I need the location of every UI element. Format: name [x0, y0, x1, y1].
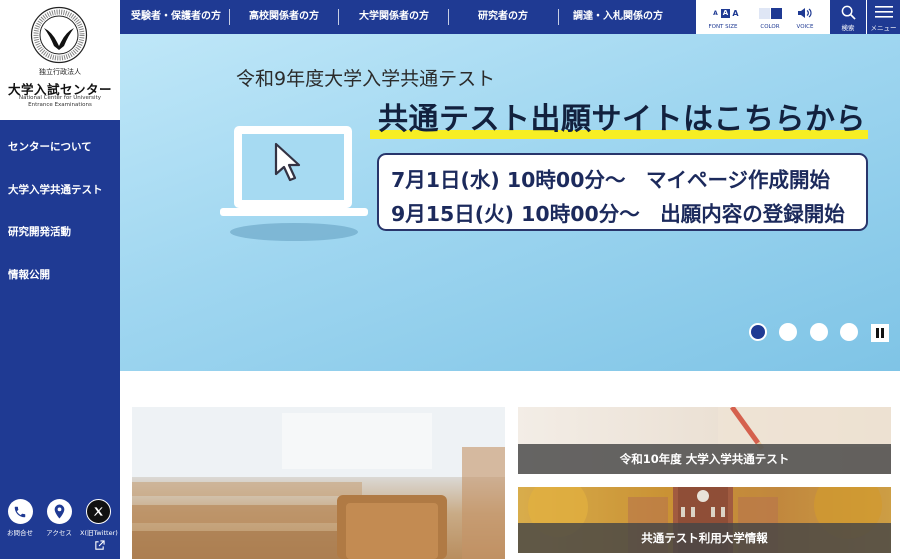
access-label: アクセス: [46, 529, 72, 537]
feature-card-classroom[interactable]: [132, 407, 505, 559]
x-twitter-label: X(旧Twitter): [80, 529, 118, 537]
sidebar-item-disclosure[interactable]: 情報公開: [0, 254, 120, 297]
hero-subtitle: 令和9年度大学入学共通テスト: [236, 68, 496, 90]
search-button[interactable]: 検索: [830, 0, 866, 34]
feature-card-reiwa10[interactable]: 令和10年度 大学入学共通テスト: [518, 407, 891, 474]
topnav-divider: [558, 9, 559, 25]
x-logo-icon: [85, 499, 111, 524]
carousel-pause-button[interactable]: [871, 324, 889, 342]
font-size-medium[interactable]: A: [721, 9, 730, 18]
map-pin-icon: [46, 499, 72, 524]
carousel-dot-2[interactable]: [779, 323, 797, 341]
topnav-item-university[interactable]: 大学関係者の方: [340, 0, 448, 34]
search-icon: [841, 5, 856, 20]
phone-icon: [7, 499, 33, 524]
access-button[interactable]: アクセス: [41, 499, 77, 537]
logo-name-en: National Center for University Entrance …: [0, 95, 120, 108]
voice-label: VOICE: [796, 24, 814, 30]
topnav-item-procurement[interactable]: 調達・入札関係の方: [560, 0, 676, 34]
sidebar-nav: センターについて 大学入学共通テスト 研究開発活動 情報公開: [0, 126, 120, 296]
center-seal-logo: [30, 6, 88, 64]
topnav-item-high-school[interactable]: 高校関係者の方: [231, 0, 337, 34]
feature-card-university-info-label: 共通テスト利用大学情報: [518, 523, 891, 553]
color-control: COLOR: [754, 0, 786, 34]
voice-button[interactable]: VOICE: [790, 0, 820, 34]
laptop-illustration: [220, 126, 368, 241]
sidebar-footer: お問合せ アクセス X(旧Twitter): [0, 499, 120, 559]
font-size-large[interactable]: A: [731, 9, 740, 18]
sidebar-item-about[interactable]: センターについて: [0, 126, 120, 169]
topnav-divider: [338, 9, 339, 25]
site-logo[interactable]: 独立行政法人 大学入試センター National Center for Univ…: [0, 0, 120, 120]
menu-button[interactable]: メニュー: [867, 0, 900, 34]
carousel-dot-4[interactable]: [840, 323, 858, 341]
font-size-small[interactable]: A: [711, 9, 720, 18]
top-nav: 受験者・保護者の方 高校関係者の方 大学関係者の方 研究者の方 調達・入札関係の…: [120, 0, 696, 34]
hamburger-icon: [875, 6, 893, 18]
logo-org-type: 独立行政法人: [39, 68, 81, 76]
logo-name-en-line2: Entrance Examinations: [28, 101, 92, 108]
classroom-photo: [132, 407, 505, 559]
topnav-divider: [229, 9, 230, 25]
carousel-dot-3[interactable]: [810, 323, 828, 341]
contact-button[interactable]: お問合せ: [2, 499, 38, 537]
color-label: COLOR: [760, 24, 780, 30]
search-label: 検索: [841, 24, 855, 32]
pause-icon: [881, 328, 884, 338]
hero-title: 共通テスト出願サイトはこちらから: [378, 102, 866, 137]
color-option-light[interactable]: [759, 8, 770, 19]
topnav-divider: [448, 9, 449, 25]
topnav-item-examinees[interactable]: 受験者・保護者の方: [124, 0, 228, 34]
sidebar-item-common-test[interactable]: 大学入学共通テスト: [0, 169, 120, 212]
external-link-icon: [95, 540, 105, 550]
menu-label: メニュー: [870, 24, 897, 32]
sidebar-item-research[interactable]: 研究開発活動: [0, 211, 120, 254]
font-size-label: FONT SIZE: [708, 24, 738, 30]
sidebar: 独立行政法人 大学入試センター National Center for Univ…: [0, 0, 120, 559]
topnav-item-researchers[interactable]: 研究者の方: [450, 0, 556, 34]
x-twitter-button[interactable]: X(旧Twitter): [80, 499, 118, 537]
carousel-dot-1[interactable]: [749, 323, 767, 341]
feature-card-reiwa10-label: 令和10年度 大学入学共通テスト: [518, 444, 891, 474]
color-option-dark[interactable]: [771, 8, 782, 19]
speaker-icon: [798, 8, 812, 18]
font-size-control: A A A FONT SIZE: [704, 0, 742, 34]
contact-label: お問合せ: [7, 529, 33, 537]
hero-schedule-line2: 9月15日(火) 10時00分〜 出願内容の登録開始: [391, 202, 845, 226]
utility-bar: A A A FONT SIZE COLOR VOICE: [696, 0, 830, 34]
hero-schedule-box: 7月1日(水) 10時00分〜 マイページ作成開始 9月15日(火) 10時00…: [377, 153, 868, 231]
feature-card-university-info[interactable]: 共通テスト利用大学情報: [518, 487, 891, 553]
hero-banner[interactable]: 令和9年度大学入学共通テスト 共通テスト出願サイトはこちらから 7月1日(水) …: [120, 34, 900, 371]
pause-icon: [876, 328, 879, 338]
hero-schedule-line1: 7月1日(水) 10時00分〜 マイページ作成開始: [391, 168, 831, 192]
